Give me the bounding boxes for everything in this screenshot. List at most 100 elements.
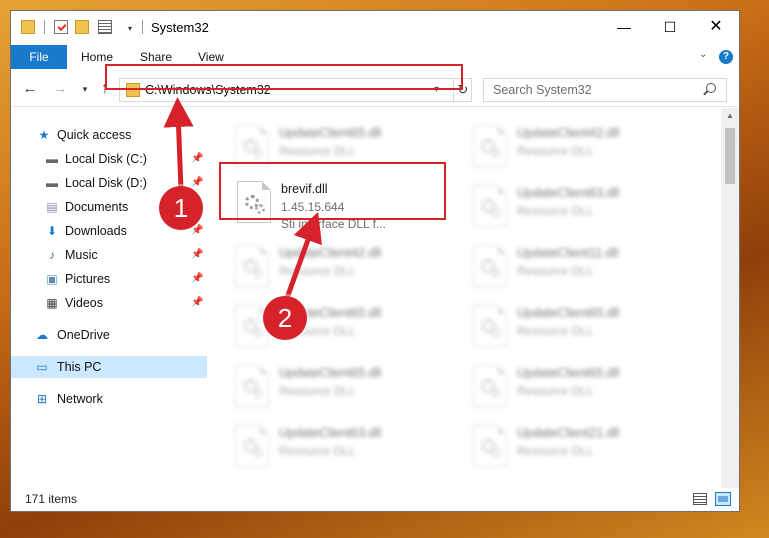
pin-icon[interactable]: 📌 — [191, 249, 203, 260]
file-tile[interactable]: UpdateClient65.dll Resource DLL — [465, 302, 695, 354]
sidebar-item-pictures[interactable]: ▣ Pictures 📌 — [11, 268, 207, 290]
sidebar-item-videos[interactable]: ▦ Videos 📌 — [11, 292, 207, 314]
sidebar-item-label: Music — [65, 248, 98, 262]
download-icon: ⬇ — [46, 224, 58, 238]
scroll-thumb[interactable] — [725, 128, 735, 184]
file-name: UpdateClient42.dll — [279, 246, 382, 260]
maximize-button[interactable]: ☐ — [647, 11, 693, 43]
file-type: Resource DLL — [279, 444, 356, 458]
star-icon: ★ — [38, 128, 50, 142]
dll-file-icon — [235, 245, 269, 287]
status-bar: 171 items — [11, 488, 739, 511]
navigation-pane: ★ Quick access ▬ Local Disk (C:) 📌 ▬ Loc… — [11, 108, 207, 488]
videos-icon: ▦ — [46, 296, 58, 310]
back-button[interactable]: ← — [21, 80, 39, 98]
sidebar-item-label: Local Disk (C:) — [65, 152, 147, 166]
sidebar-item-label: OneDrive — [57, 328, 110, 342]
file-name: UpdateClient42.dll — [517, 126, 620, 140]
file-tile[interactable]: UpdateClient63.dll Resource DLL — [465, 182, 695, 234]
sidebar-item-label: This PC — [57, 360, 102, 374]
file-tile[interactable]: UpdateClient65.dll Resource DLL — [227, 362, 457, 414]
sidebar-item-label: Quick access — [57, 128, 132, 142]
sidebar-item-music[interactable]: ♪ Music 📌 — [11, 244, 207, 266]
folder-icon — [21, 20, 35, 34]
sidebar-item-label: Local Disk (D:) — [65, 176, 147, 190]
item-count: 171 items — [25, 492, 78, 506]
title-bar: ▾ System32 — ☐ ✕ — [11, 11, 739, 43]
file-name: UpdateClient65.dll — [279, 126, 382, 140]
step-badge-2: 2 — [263, 296, 307, 340]
file-tile[interactable]: UpdateClient63.dll Resource DLL — [227, 422, 457, 474]
file-type: Resource DLL — [517, 144, 594, 158]
file-name: UpdateClient65.dll — [517, 306, 620, 320]
pin-icon[interactable]: 📌 — [191, 177, 203, 188]
address-bar-highlight — [105, 64, 463, 90]
details-view-icon[interactable] — [693, 493, 707, 505]
file-type: Resource DLL — [279, 384, 356, 398]
documents-icon: ▤ — [46, 200, 58, 214]
step-badge-1: 1 — [159, 186, 203, 230]
recent-locations-button[interactable]: ▾ — [79, 80, 91, 98]
file-type: Resource DLL — [517, 204, 594, 218]
pin-icon[interactable]: 📌 — [191, 153, 203, 164]
file-name: UpdateClient63.dll — [517, 186, 620, 200]
pictures-icon: ▣ — [46, 272, 58, 286]
sidebar-item-onedrive[interactable]: ☁ OneDrive — [11, 324, 207, 346]
view-options-icon[interactable] — [98, 20, 112, 34]
sidebar-item-this-pc[interactable]: ▭ This PC — [11, 356, 207, 378]
file-type: Resource DLL — [517, 324, 594, 338]
expand-ribbon-chevron-icon[interactable]: ⌄ — [699, 49, 707, 60]
music-icon: ♪ — [49, 248, 55, 262]
dll-file-icon — [235, 125, 269, 167]
dll-file-icon — [473, 245, 507, 287]
file-tile[interactable]: UpdateClient21.dll Resource DLL — [465, 422, 695, 474]
file-name: UpdateClient65.dll — [279, 366, 382, 380]
scroll-up-icon[interactable]: ▲ — [726, 111, 734, 120]
file-name: UpdateClient63.dll — [279, 426, 382, 440]
dll-file-icon — [235, 425, 269, 467]
dll-file-icon — [235, 365, 269, 407]
close-button[interactable]: ✕ — [693, 11, 739, 43]
forward-button[interactable]: → — [51, 80, 69, 98]
properties-icon[interactable] — [54, 20, 68, 34]
new-folder-icon[interactable] — [75, 20, 89, 34]
dll-file-icon — [473, 425, 507, 467]
sidebar-item-label: Videos — [65, 296, 103, 310]
help-button[interactable]: ? — [719, 50, 733, 64]
file-type: Resource DLL — [279, 264, 356, 278]
file-tile[interactable]: UpdateClient42.dll Resource DLL — [227, 242, 457, 294]
dll-file-icon — [473, 125, 507, 167]
minimize-button[interactable]: — — [601, 11, 647, 43]
file-tile[interactable]: UpdateClient65.dll Resource DLL — [465, 362, 695, 414]
drive-icon: ▬ — [46, 152, 58, 166]
network-icon: ⊞ — [36, 392, 48, 406]
search-box[interactable]: Search System32 — [483, 78, 727, 102]
file-tile[interactable]: UpdateClient65.dll Resource DLL — [227, 302, 457, 354]
sidebar-item-label: Pictures — [65, 272, 111, 286]
file-name: UpdateClient65.dll — [517, 366, 620, 380]
file-tile[interactable]: UpdateClient11.dll Resource DLL — [465, 242, 695, 294]
vertical-scrollbar[interactable]: ▲ — [721, 108, 739, 488]
pin-icon[interactable]: 📌 — [191, 297, 203, 308]
sidebar-item-quick-access[interactable]: ★ Quick access — [11, 124, 207, 146]
pin-icon[interactable]: 📌 — [191, 273, 203, 284]
file-name: UpdateClient21.dll — [517, 426, 620, 440]
computer-icon: ▭ — [36, 360, 48, 374]
dll-file-icon — [473, 365, 507, 407]
file-highlight — [219, 162, 446, 220]
search-input[interactable]: Search System32 — [493, 83, 592, 97]
tab-file[interactable]: File — [11, 45, 67, 69]
sidebar-item-network[interactable]: ⊞ Network — [11, 388, 207, 410]
sidebar-item-local-disk-c[interactable]: ▬ Local Disk (C:) 📌 — [11, 148, 207, 170]
large-icons-view-icon[interactable] — [715, 492, 731, 506]
file-tile[interactable]: UpdateClient42.dll Resource DLL — [465, 122, 695, 174]
drive-icon: ▬ — [46, 176, 58, 190]
sidebar-item-label: Downloads — [65, 224, 127, 238]
customize-toolbar-chevron-icon[interactable]: ▾ — [128, 24, 132, 33]
file-type: Resource DLL — [517, 444, 594, 458]
window-title: System32 — [151, 20, 209, 35]
sidebar-item-label: Documents — [65, 200, 129, 214]
pin-icon[interactable]: 📌 — [191, 225, 203, 236]
divider — [142, 20, 143, 34]
file-type: Resource DLL — [517, 264, 594, 278]
